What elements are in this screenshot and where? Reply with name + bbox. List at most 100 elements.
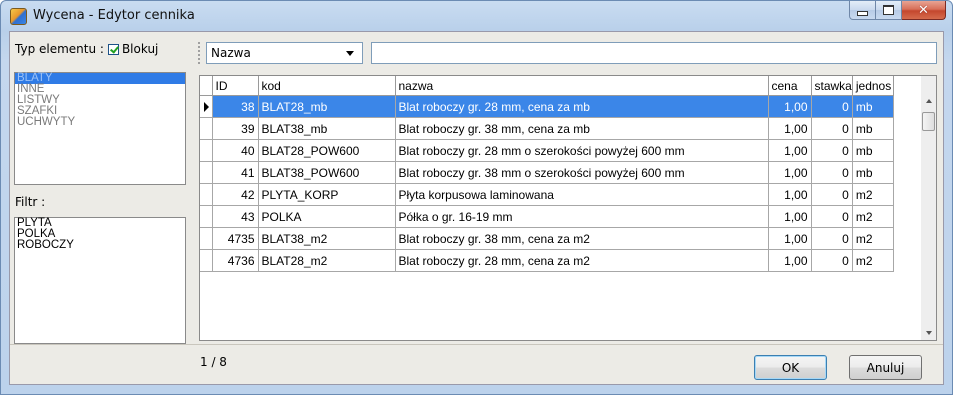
- cell-stawka[interactable]: 0: [811, 205, 853, 228]
- minimize-button[interactable]: [849, 1, 876, 20]
- cell-id[interactable]: 4735: [212, 227, 259, 250]
- cell-cena[interactable]: 1,00: [768, 183, 812, 206]
- window-title: Wycena - Edytor cennika: [33, 8, 195, 23]
- cell-kod[interactable]: BLAT38_m2: [258, 227, 396, 250]
- cell-id[interactable]: 38: [212, 95, 259, 118]
- cell-stawka[interactable]: 0: [811, 227, 853, 250]
- cell-nazwa[interactable]: Blat roboczy gr. 28 mm, cena za m2: [395, 249, 769, 272]
- cell-stawka[interactable]: 0: [811, 95, 853, 118]
- cell-kod[interactable]: BLAT28_mb: [258, 95, 396, 118]
- cell-kod[interactable]: BLAT28_POW600: [258, 139, 396, 162]
- cell-jednostka[interactable]: m2: [852, 249, 894, 272]
- cell-cena[interactable]: 1,00: [768, 227, 812, 250]
- cell-nazwa[interactable]: Blat roboczy gr. 38 mm, cena za mb: [395, 117, 769, 140]
- column-header-nazwa[interactable]: nazwa: [395, 76, 769, 96]
- vertical-scrollbar[interactable]: [921, 76, 936, 340]
- column-header-stawka[interactable]: stawka: [811, 76, 853, 96]
- cell-jednostka[interactable]: m2: [852, 227, 894, 250]
- scroll-thumb[interactable]: [922, 112, 935, 131]
- row-pointer-icon: [204, 101, 209, 112]
- row-indicator[interactable]: [200, 117, 213, 140]
- table-row[interactable]: 40 BLAT28_POW600 Blat roboczy gr. 28 mm o …: [200, 139, 894, 162]
- cell-stawka[interactable]: 0: [811, 183, 853, 206]
- cell-kod[interactable]: BLAT38_POW600: [258, 161, 396, 184]
- title-bar[interactable]: Wycena - Edytor cennika ✕: [1, 1, 952, 31]
- caption-buttons: ✕: [849, 1, 946, 21]
- cell-kod[interactable]: BLAT28_m2: [258, 249, 396, 272]
- cell-id[interactable]: 42: [212, 183, 259, 206]
- cell-id[interactable]: 43: [212, 205, 259, 228]
- cell-nazwa[interactable]: Półka o gr. 16-19 mm: [395, 205, 769, 228]
- column-header-kod[interactable]: kod: [258, 76, 396, 96]
- cell-cena[interactable]: 1,00: [768, 249, 812, 272]
- cell-nazwa[interactable]: Blat roboczy gr. 38 mm, cena za m2: [395, 227, 769, 250]
- cell-id[interactable]: 40: [212, 139, 259, 162]
- row-indicator[interactable]: [200, 205, 213, 228]
- cell-jednostka[interactable]: m2: [852, 205, 894, 228]
- table-row[interactable]: 4736 BLAT28_m2 Blat roboczy gr. 28 mm, cen…: [200, 249, 894, 272]
- cell-nazwa[interactable]: Blat roboczy gr. 38 mm o szerokości powy…: [395, 161, 769, 184]
- search-field-combo[interactable]: Nazwa: [206, 42, 363, 64]
- cell-id[interactable]: 41: [212, 161, 259, 184]
- cell-kod[interactable]: POLKA: [258, 205, 396, 228]
- dialog-footer: 1 / 8 OK Anuluj: [10, 344, 943, 385]
- table-row[interactable]: 41 BLAT38_POW600 Blat roboczy gr. 38 mm o …: [200, 161, 894, 184]
- cell-id[interactable]: 4736: [212, 249, 259, 272]
- table-row[interactable]: 42 PLYTA_KORP Płyta korpusowa laminowana 1,…: [200, 183, 894, 206]
- filter-list[interactable]: PLYTA POLKA ROBOCZY: [14, 217, 186, 344]
- close-button[interactable]: ✕: [902, 1, 946, 20]
- cell-jednostka[interactable]: m2: [852, 183, 894, 206]
- column-header-cena[interactable]: cena: [768, 76, 812, 96]
- cell-kod[interactable]: BLAT38_mb: [258, 117, 396, 140]
- cell-jednostka[interactable]: mb: [852, 95, 894, 118]
- cell-cena[interactable]: 1,00: [768, 161, 812, 184]
- cancel-button[interactable]: Anuluj: [849, 355, 922, 380]
- cell-id[interactable]: 39: [212, 117, 259, 140]
- cell-nazwa[interactable]: Płyta korpusowa laminowana: [395, 183, 769, 206]
- cell-stawka[interactable]: 0: [811, 117, 853, 140]
- maximize-button[interactable]: [876, 1, 902, 20]
- block-checkbox[interactable]: [107, 43, 119, 55]
- table-row[interactable]: 38 BLAT28_mb Blat roboczy gr. 28 mm, cena …: [200, 95, 894, 118]
- filter-label: Filtr :: [15, 195, 46, 209]
- cell-stawka[interactable]: 0: [811, 161, 853, 184]
- cell-nazwa[interactable]: Blat roboczy gr. 28 mm, cena za mb: [395, 95, 769, 118]
- search-field-value: Nazwa: [211, 46, 251, 60]
- ok-button[interactable]: OK: [754, 355, 827, 380]
- row-indicator[interactable]: [200, 227, 213, 250]
- block-label[interactable]: Blokuj: [122, 42, 158, 56]
- column-header-id[interactable]: ID: [212, 76, 259, 96]
- row-indicator[interactable]: [200, 95, 213, 118]
- toolbar-grip[interactable]: [198, 42, 202, 64]
- cell-jednostka[interactable]: mb: [852, 117, 894, 140]
- scroll-up-button[interactable]: [921, 93, 936, 109]
- chevron-down-icon[interactable]: [346, 50, 354, 56]
- table-row[interactable]: 39 BLAT38_mb Blat roboczy gr. 38 mm, cena …: [200, 117, 894, 140]
- minimize-icon: [857, 10, 868, 16]
- filter-list-item[interactable]: ROBOCZY: [15, 239, 185, 251]
- cell-cena[interactable]: 1,00: [768, 95, 812, 118]
- row-indicator[interactable]: [200, 183, 213, 206]
- type-list-item[interactable]: UCHWYTY: [15, 116, 185, 128]
- cell-cena[interactable]: 1,00: [768, 117, 812, 140]
- search-input[interactable]: [371, 42, 937, 64]
- table-row[interactable]: 43 POLKA Półka o gr. 16-19 mm 1,00 0 m2: [200, 205, 894, 228]
- cell-jednostka[interactable]: mb: [852, 161, 894, 184]
- table-row[interactable]: 4735 BLAT38_m2 Blat roboczy gr. 38 mm, cen…: [200, 227, 894, 250]
- maximize-icon: [883, 5, 894, 15]
- cell-nazwa[interactable]: Blat roboczy gr. 28 mm o szerokości powy…: [395, 139, 769, 162]
- app-icon: [10, 8, 27, 25]
- cell-cena[interactable]: 1,00: [768, 205, 812, 228]
- cell-cena[interactable]: 1,00: [768, 139, 812, 162]
- row-indicator[interactable]: [200, 249, 213, 272]
- type-list[interactable]: BLATY INNE LISTWY SZAFKI UCHWYTY: [14, 72, 186, 185]
- cell-stawka[interactable]: 0: [811, 249, 853, 272]
- table-header: ID kod nazwa cena stawka jednos: [200, 76, 894, 96]
- scroll-down-button[interactable]: [921, 325, 936, 340]
- row-indicator[interactable]: [200, 139, 213, 162]
- column-header-jednostka[interactable]: jednos: [852, 76, 894, 96]
- row-indicator[interactable]: [200, 161, 213, 184]
- cell-kod[interactable]: PLYTA_KORP: [258, 183, 396, 206]
- cell-stawka[interactable]: 0: [811, 139, 853, 162]
- cell-jednostka[interactable]: mb: [852, 139, 894, 162]
